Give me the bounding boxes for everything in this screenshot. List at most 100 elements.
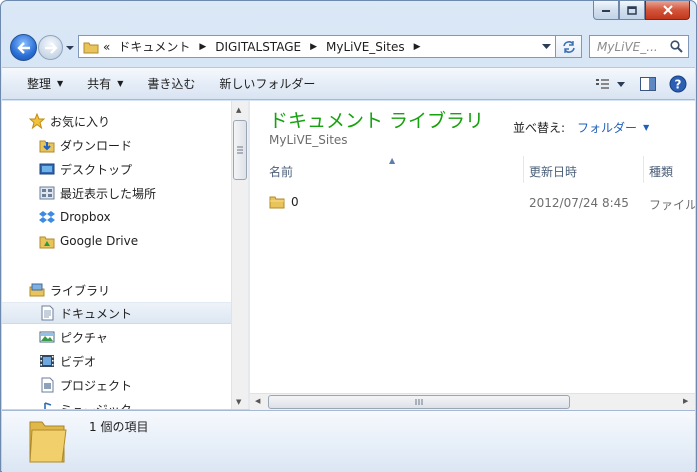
- nav-label: プロジェクト: [60, 378, 133, 393]
- scrollbar-thumb[interactable]: [233, 120, 247, 180]
- nav-item-videos[interactable]: ビデオ: [2, 350, 232, 372]
- nav-item-recent-places[interactable]: 最近表示した場所: [2, 182, 232, 204]
- breadcrumb-digitalstage[interactable]: DIGITALSTAGE: [211, 40, 305, 54]
- address-dropdown-icon[interactable]: [542, 44, 551, 50]
- arrange-by-dropdown[interactable]: フォルダー: [577, 119, 637, 136]
- recent-places-icon: [38, 185, 55, 202]
- nav-libraries-header[interactable]: ライブラリ: [2, 279, 232, 301]
- breadcrumb-separator-icon[interactable]: ▶: [305, 42, 322, 52]
- forward-button[interactable]: [38, 35, 63, 60]
- column-header-name[interactable]: 名前: [269, 159, 293, 183]
- nav-label: ダウンロード: [60, 138, 133, 153]
- nav-favorites-header[interactable]: お気に入り: [2, 110, 232, 132]
- nav-label: Google Drive: [60, 234, 139, 248]
- nav-item-pictures[interactable]: ピクチャ: [2, 326, 232, 348]
- nav-item-projects[interactable]: プロジェクト: [2, 374, 232, 396]
- chevron-down-icon: ▼: [117, 79, 124, 88]
- help-icon: ?: [669, 75, 687, 93]
- refresh-button[interactable]: [556, 35, 582, 58]
- library-title: ドキュメント ライブラリ: [269, 110, 485, 132]
- search-icon[interactable]: [670, 40, 683, 53]
- folder-icon: [83, 42, 99, 53]
- pictures-icon: [38, 329, 55, 346]
- nav-item-dropbox[interactable]: Dropbox: [2, 206, 232, 228]
- column-divider[interactable]: [643, 156, 644, 183]
- nav-item-music[interactable]: ミュージック: [2, 398, 232, 409]
- sort-ascending-icon: ▲: [389, 156, 396, 165]
- nav-label: 最近表示した場所: [60, 186, 157, 201]
- breadcrumb-separator-icon[interactable]: ▶: [194, 42, 211, 52]
- column-header-type[interactable]: 種類: [649, 159, 673, 183]
- chevron-down-icon: ▼: [57, 79, 64, 88]
- explorer-window: « ドキュメント ▶ DIGITALSTAGE ▶ MyLiVE_Sites ▶…: [0, 0, 697, 472]
- change-view-button[interactable]: [593, 73, 629, 95]
- svg-text:?: ?: [675, 78, 682, 92]
- preview-pane-icon: [640, 77, 656, 91]
- caption-buttons: [593, 1, 690, 20]
- nav-label: ライブラリ: [50, 283, 111, 298]
- details-pane: 1 個の項目: [2, 410, 695, 472]
- burn-button[interactable]: 書き込む: [135, 73, 207, 95]
- arrow-right-icon: [44, 41, 58, 54]
- nav-label: お気に入り: [50, 114, 111, 129]
- maximize-button[interactable]: [619, 1, 645, 20]
- breadcrumb-documents[interactable]: ドキュメント: [114, 38, 194, 55]
- organize-button[interactable]: 整理 ▼: [15, 73, 75, 95]
- column-divider[interactable]: [523, 156, 524, 183]
- burn-label: 書き込む: [147, 77, 196, 91]
- nav-item-google-drive[interactable]: Google Drive: [2, 230, 232, 252]
- grip-icon: [237, 146, 243, 154]
- organize-label: 整理: [27, 77, 52, 91]
- toolbar-right: ?: [593, 73, 689, 95]
- recent-pages-dropdown-icon[interactable]: [65, 43, 75, 53]
- preview-pane-button[interactable]: [637, 73, 659, 95]
- help-button[interactable]: ?: [667, 73, 689, 95]
- downloads-folder-icon: [38, 137, 55, 154]
- dropbox-icon: [38, 209, 55, 226]
- close-button[interactable]: [645, 1, 690, 20]
- chevron-down-icon[interactable]: ▼: [643, 123, 649, 132]
- content-horizontal-scrollbar[interactable]: ◀ ▶: [250, 393, 695, 410]
- navigation-pane: お気に入り ダウンロード デスクトップ 最近表示した場所 Dropbox Goo…: [2, 101, 232, 409]
- new-folder-button[interactable]: 新しいフォルダー: [207, 73, 327, 95]
- content-pane: ドキュメント ライブラリ MyLiVE_Sites 並べ替え: フォルダー ▼ …: [250, 101, 695, 409]
- back-button[interactable]: [10, 34, 37, 61]
- breadcrumb-mylive-sites[interactable]: MyLiVE_Sites: [322, 40, 409, 54]
- nav-label: Dropbox: [60, 210, 111, 224]
- video-icon: [38, 353, 55, 370]
- breadcrumb-overflow[interactable]: «: [99, 40, 114, 54]
- breadcrumb-separator-icon[interactable]: ▶: [409, 42, 426, 52]
- nav-item-downloads[interactable]: ダウンロード: [2, 134, 232, 156]
- google-drive-folder-icon: [38, 233, 55, 250]
- command-bar: 整理 ▼ 共有 ▼ 書き込む 新しいフォルダー ?: [2, 67, 695, 100]
- new-folder-label: 新しいフォルダー: [219, 77, 316, 91]
- document-icon: [38, 305, 55, 322]
- large-folder-icon: [29, 421, 67, 463]
- arrange-by-label: 並べ替え:: [513, 121, 566, 135]
- close-icon: [662, 5, 673, 15]
- nav-item-documents[interactable]: ドキュメント: [2, 302, 232, 324]
- column-header-date[interactable]: 更新日時: [529, 159, 577, 183]
- file-type: ファイル: [649, 198, 695, 212]
- scrollbar-thumb[interactable]: [268, 395, 570, 409]
- address-bar[interactable]: « ドキュメント ▶ DIGITALSTAGE ▶ MyLiVE_Sites ▶: [78, 35, 556, 58]
- desktop-icon: [38, 161, 55, 178]
- minimize-button[interactable]: [593, 1, 619, 20]
- grip-icon: [415, 399, 423, 405]
- file-row[interactable]: 0 2012/07/24 8:45 ファイル: [250, 191, 695, 213]
- refresh-icon: [562, 40, 575, 53]
- project-library-icon: [38, 377, 55, 394]
- scroll-down-icon[interactable]: ▼: [236, 398, 241, 406]
- nav-label: デスクトップ: [60, 162, 133, 177]
- scroll-left-icon[interactable]: ◀: [255, 397, 260, 405]
- share-button[interactable]: 共有 ▼: [75, 73, 135, 95]
- navigation-pane-scrollbar[interactable]: ▲ ▼: [231, 101, 248, 409]
- scroll-up-icon[interactable]: ▲: [236, 106, 241, 114]
- nav-item-desktop[interactable]: デスクトップ: [2, 158, 232, 180]
- nav-label: ピクチャ: [60, 330, 108, 345]
- search-box[interactable]: MyLiVE_...: [589, 35, 689, 58]
- scroll-right-icon[interactable]: ▶: [683, 397, 688, 405]
- file-name-cell: 0: [269, 194, 299, 209]
- minimize-icon: [602, 10, 610, 12]
- nav-label: ビデオ: [60, 354, 97, 369]
